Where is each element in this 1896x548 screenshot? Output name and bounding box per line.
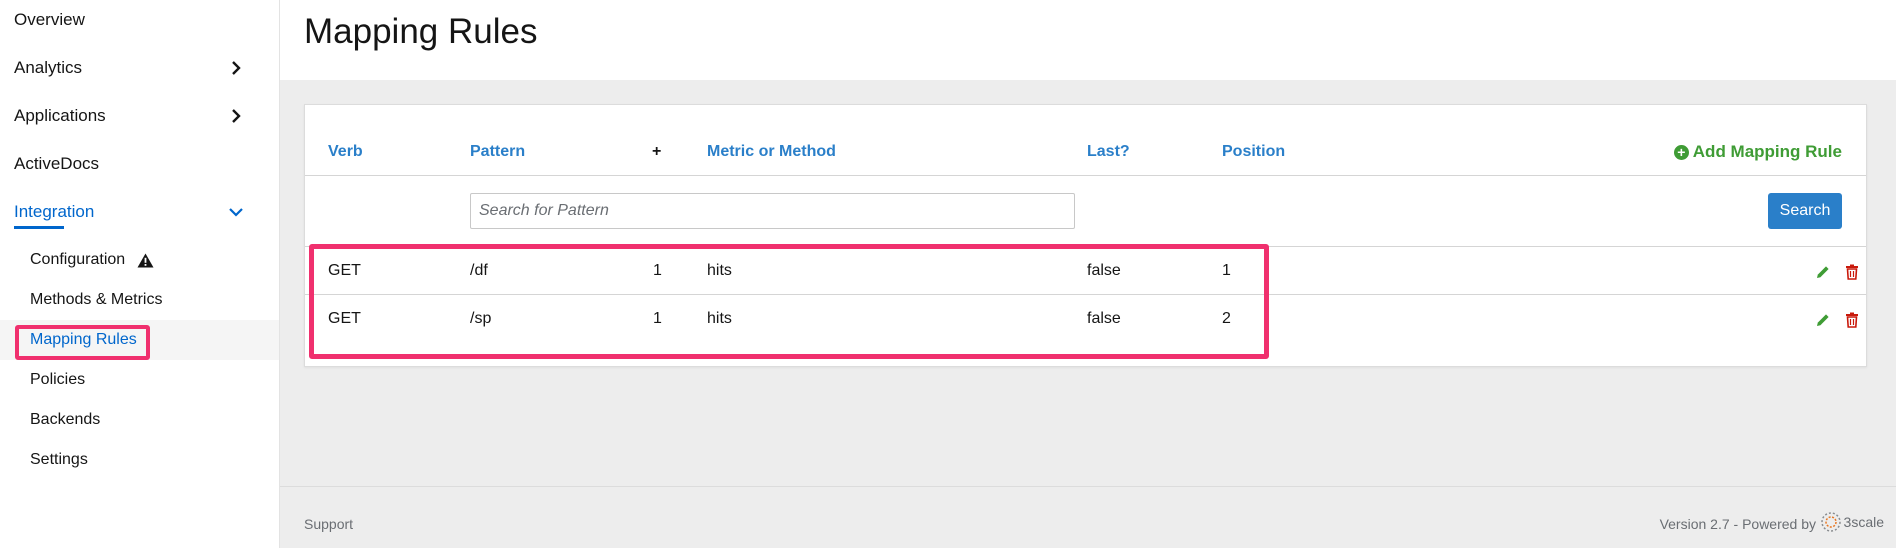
sidebar-subitem-label: Policies [30,371,86,388]
sidebar-subitem-label: Methods & Metrics [30,291,163,308]
chevron-right-icon [229,109,243,123]
sidebar-subitem-label: Configuration [30,251,126,268]
support-link[interactable]: Support [304,516,353,532]
delete-icon[interactable] [1843,311,1861,329]
cell-last: false [1087,310,1121,327]
column-header-plus: + [652,143,662,160]
divider [305,294,1866,295]
cell-verb: GET [328,310,361,327]
edit-icon[interactable] [1814,263,1832,281]
search-pattern-input[interactable] [470,193,1075,229]
active-underline [14,226,64,229]
sidebar-subitem-mapping-rules[interactable]: Mapping Rules [0,320,279,360]
sidebar-item-label: Integration [14,202,95,221]
sidebar-item-label: Analytics [14,58,83,77]
sidebar-item-label: Applications [14,106,106,125]
column-header-metric[interactable]: Metric or Method [707,143,836,161]
sidebar-subitem-label: Settings [30,451,88,468]
main-content: Verb Pattern + Metric or Method Last? Po… [280,80,1896,486]
footer: Support Version 2.7 - Powered by 3scale [280,486,1896,548]
cell-verb: GET [328,262,361,279]
sidebar: Overview Analytics Applications ActiveDo… [0,0,280,548]
sidebar-item-activedocs[interactable]: ActiveDocs [0,144,279,184]
cell-pattern: /sp [470,310,492,327]
3scale-logo-icon [1820,512,1841,532]
sidebar-item-label: ActiveDocs [14,154,100,173]
chevron-down-icon [229,205,243,219]
delete-icon[interactable] [1843,263,1861,281]
divider [305,175,1866,176]
sidebar-subitem-backends[interactable]: Backends [0,400,279,440]
sidebar-subitem-label: Backends [30,411,101,428]
sidebar-subitem-configuration[interactable]: Configuration [0,240,279,280]
page-header: Mapping Rules [280,0,1896,80]
column-header-verb[interactable]: Verb [328,143,363,161]
cell-pattern: /df [470,262,488,279]
column-header-position[interactable]: Position [1222,143,1285,161]
chevron-right-icon [229,61,243,75]
plus-circle-icon: + [1673,144,1689,160]
sidebar-subitem-settings[interactable]: Settings [0,440,279,480]
cell-position: 2 [1222,310,1231,327]
edit-icon[interactable] [1814,311,1832,329]
cell-position: 1 [1222,262,1231,279]
sidebar-item-integration[interactable]: Integration [0,192,279,232]
sidebar-subitem-policies[interactable]: Policies [0,360,279,400]
sidebar-item-applications[interactable]: Applications [0,96,279,136]
column-header-last[interactable]: Last? [1087,143,1130,161]
logo-text: 3scale [1843,514,1884,530]
add-mapping-rule-link[interactable]: + Add Mapping Rule [1673,142,1842,162]
cell-metric: hits [707,310,732,327]
add-mapping-rule-label: Add Mapping Rule [1692,142,1842,161]
column-header-pattern[interactable]: Pattern [470,143,525,161]
3scale-logo[interactable]: 3scale [1820,511,1884,533]
search-button[interactable]: Search [1768,193,1842,229]
cell-delta: 1 [653,310,662,327]
cell-delta: 1 [653,262,662,279]
divider [305,246,1866,247]
sidebar-subitem-label: Mapping Rules [30,331,137,348]
cell-last: false [1087,262,1121,279]
warning-icon [137,253,154,268]
page-title: Mapping Rules [304,12,538,51]
sidebar-item-overview[interactable]: Overview [0,0,279,40]
cell-metric: hits [707,262,732,279]
sidebar-subitem-methods-metrics[interactable]: Methods & Metrics [0,280,279,320]
version-text: Version 2.7 - Powered by [1659,516,1816,532]
sidebar-item-label: Overview [14,10,85,29]
sidebar-item-analytics[interactable]: Analytics [0,48,279,88]
mapping-rules-table: Verb Pattern + Metric or Method Last? Po… [304,104,1867,367]
